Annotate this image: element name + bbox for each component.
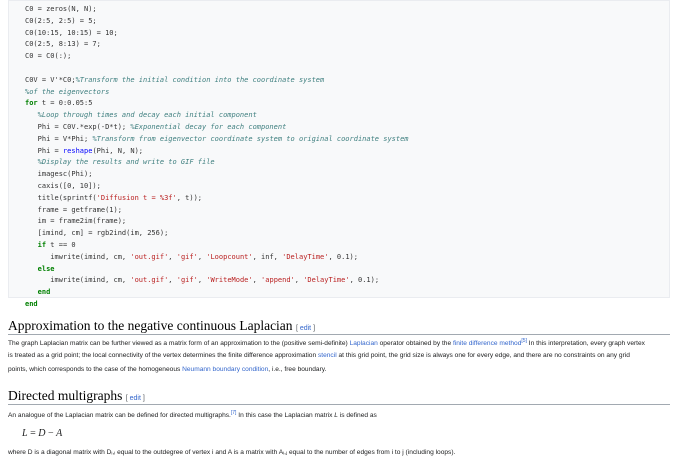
code-line: Phi = C0V.*exp(-D*t); %Exponential decay… <box>25 123 287 131</box>
edit-section-link[interactable]: [ edit ] <box>296 325 315 332</box>
code-line: %of the eigenvectors <box>25 87 110 96</box>
code-line: imwrite(imind, cm, 'out.gif', 'gif', 'Lo… <box>25 252 358 261</box>
edit-section-link[interactable]: [ edit ] <box>126 395 145 402</box>
neumann-link[interactable]: Neumann boundary condition <box>182 366 268 373</box>
code-line: imwrite(imind, cm, 'out.gif', 'gif', 'Wr… <box>25 276 380 285</box>
code-line: C0V = V'*C0;%Transform the initial condi… <box>25 75 325 84</box>
code-line: C0 = C0(:); <box>25 52 72 61</box>
finite-difference-link[interactable]: finite difference method <box>453 340 521 347</box>
heading-divider <box>8 404 670 405</box>
code-line: C0(2:5, 2:5) = 5; <box>25 16 97 25</box>
paragraph-line: The graph Laplacian matrix can be furthe… <box>8 338 645 348</box>
formula: L = D − A <box>22 428 63 439</box>
paragraph-line: An analogue of the Laplacian matrix can … <box>8 410 377 420</box>
code-line: title(sprintf('Diffusion t = %3f', t)); <box>25 193 203 202</box>
code-line: if t == 0 <box>37 241 76 249</box>
code-line: [imind, cm] = rgb2ind(im, 256); <box>25 229 169 238</box>
code-line: caxis([0, 10]); <box>25 182 101 190</box>
code-line: for t = 0:0.05:5 <box>25 99 93 108</box>
code-line: %Loop through times and decay each initi… <box>25 111 257 120</box>
code-line: else <box>37 264 55 273</box>
code-line: C0(10:15, 10:15) = 10; <box>25 28 118 37</box>
code-line: imagesc(Phi); <box>25 170 93 179</box>
code-line: end <box>25 300 38 308</box>
code-line: im = frame2im(frame); <box>25 217 127 226</box>
code-line: end <box>37 288 51 297</box>
section-title: Approximation to the negative continuous… <box>8 318 293 333</box>
code-block: C0 = zeros(N, N); C0(2:5, 2:5) = 5; C0(10:… <box>8 0 670 308</box>
paragraph-line: is treated as a grid point; the local co… <box>8 352 630 359</box>
section-heading-laplacian: Approximation to the negative continuous… <box>8 318 315 334</box>
section-heading-multigraphs: Directed multigraphs [ edit ] <box>8 388 145 404</box>
code-line: %Display the results and write to GIF fi… <box>25 158 215 167</box>
code-line: Phi = reshape(Phi, N, N); <box>25 146 144 155</box>
code-line: C0 = zeros(N, N); <box>25 5 97 13</box>
stencil-link[interactable]: stencil <box>318 352 337 359</box>
code-line: Phi = V*Phi; %Transform from eigenvector… <box>25 134 409 143</box>
section-title: Directed multigraphs <box>8 388 123 403</box>
laplacian-link[interactable]: Laplacian <box>350 340 378 347</box>
code-line: frame = getframe(1); <box>25 205 122 214</box>
paragraph-line: points, which corresponds to the case of… <box>8 366 327 373</box>
code-line: C0(2:5, 8:13) = 7; <box>25 40 101 49</box>
paragraph-line: where D is a diagonal matrix with Dᵢ,ᵢ e… <box>8 449 456 456</box>
